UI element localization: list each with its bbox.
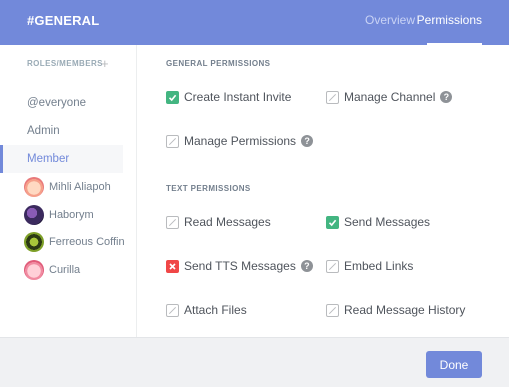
member-curilla[interactable]: Curilla — [24, 259, 80, 281]
checkbox-neutral[interactable] — [326, 303, 339, 317]
permissions-panel: GENERAL PERMISSIONS Create Instant Invit… — [138, 45, 509, 337]
member-mihli-aliapoh[interactable]: Mihli Aliapoh — [24, 176, 111, 198]
perm-read-messages[interactable]: Read Messages — [166, 214, 271, 230]
checkbox-neutral[interactable] — [166, 134, 179, 148]
avatar — [24, 232, 44, 252]
close-icon — [169, 262, 176, 270]
role-everyone[interactable]: @everyone — [0, 89, 123, 117]
plus-icon[interactable]: + — [101, 56, 109, 71]
perm-read-message-history[interactable]: Read Message History — [326, 302, 465, 318]
checkbox-neutral[interactable] — [166, 303, 179, 317]
member-name: Mihli Aliapoh — [49, 181, 111, 193]
member-name: Ferreous Coffin — [49, 236, 125, 248]
avatar — [24, 177, 44, 197]
permission-label: Read Messages — [184, 215, 271, 229]
permission-label: Read Message History — [344, 303, 466, 317]
checkbox-neutral[interactable] — [166, 215, 179, 229]
perm-manage-channel[interactable]: Manage Channel ? — [326, 89, 453, 105]
member-haborym[interactable]: Haborym — [24, 204, 94, 226]
avatar — [24, 260, 44, 280]
text-permissions-heading: TEXT PERMISSIONS — [166, 184, 251, 193]
roles-members-sidebar: ROLES/MEMBERS + @everyone Admin Member M… — [0, 45, 137, 337]
help-icon[interactable]: ? — [440, 91, 453, 103]
check-icon — [168, 94, 177, 101]
perm-manage-permissions[interactable]: Manage Permissions ? — [166, 133, 314, 149]
check-icon — [328, 219, 337, 226]
checkbox-allow[interactable] — [326, 215, 339, 229]
perm-attach-files[interactable]: Attach Files — [166, 302, 247, 318]
permission-label: Send TTS Messages — [184, 259, 296, 273]
role-member[interactable]: Member — [0, 145, 123, 173]
channel-settings-header: #GENERAL Overview Permissions — [0, 0, 509, 45]
tab-permissions[interactable]: Permissions — [417, 13, 482, 27]
done-button[interactable]: Done — [426, 351, 482, 378]
member-name: Curilla — [49, 264, 81, 276]
perm-create-instant-invite[interactable]: Create Instant Invite — [166, 89, 291, 105]
checkbox-neutral[interactable] — [326, 90, 339, 104]
checkbox-neutral[interactable] — [326, 259, 339, 273]
checkbox-allow[interactable] — [166, 90, 179, 104]
help-icon[interactable]: ? — [301, 135, 314, 147]
permission-label: Manage Channel — [344, 90, 436, 104]
checkbox-deny[interactable] — [166, 259, 179, 273]
perm-embed-links[interactable]: Embed Links — [326, 258, 413, 274]
tab-overview[interactable]: Overview — [365, 13, 415, 27]
member-name: Haborym — [49, 209, 94, 221]
perm-send-messages[interactable]: Send Messages — [326, 214, 430, 230]
channel-title: #GENERAL — [27, 13, 100, 28]
member-ferreous-coffin[interactable]: Ferreous Coffin — [24, 231, 125, 253]
permission-label: Send Messages — [344, 215, 431, 229]
perm-send-tts-messages[interactable]: Send TTS Messages ? — [166, 258, 313, 274]
roles-members-heading: ROLES/MEMBERS — [27, 59, 103, 68]
settings-footer: Done — [0, 337, 509, 387]
permission-label: Attach Files — [184, 303, 247, 317]
permission-label: Embed Links — [344, 259, 414, 273]
general-permissions-heading: GENERAL PERMISSIONS — [166, 59, 271, 68]
avatar — [24, 205, 44, 225]
permission-label: Manage Permissions — [184, 134, 297, 148]
permission-label: Create Instant Invite — [184, 90, 292, 104]
role-admin[interactable]: Admin — [0, 117, 123, 145]
help-icon[interactable]: ? — [300, 260, 313, 272]
